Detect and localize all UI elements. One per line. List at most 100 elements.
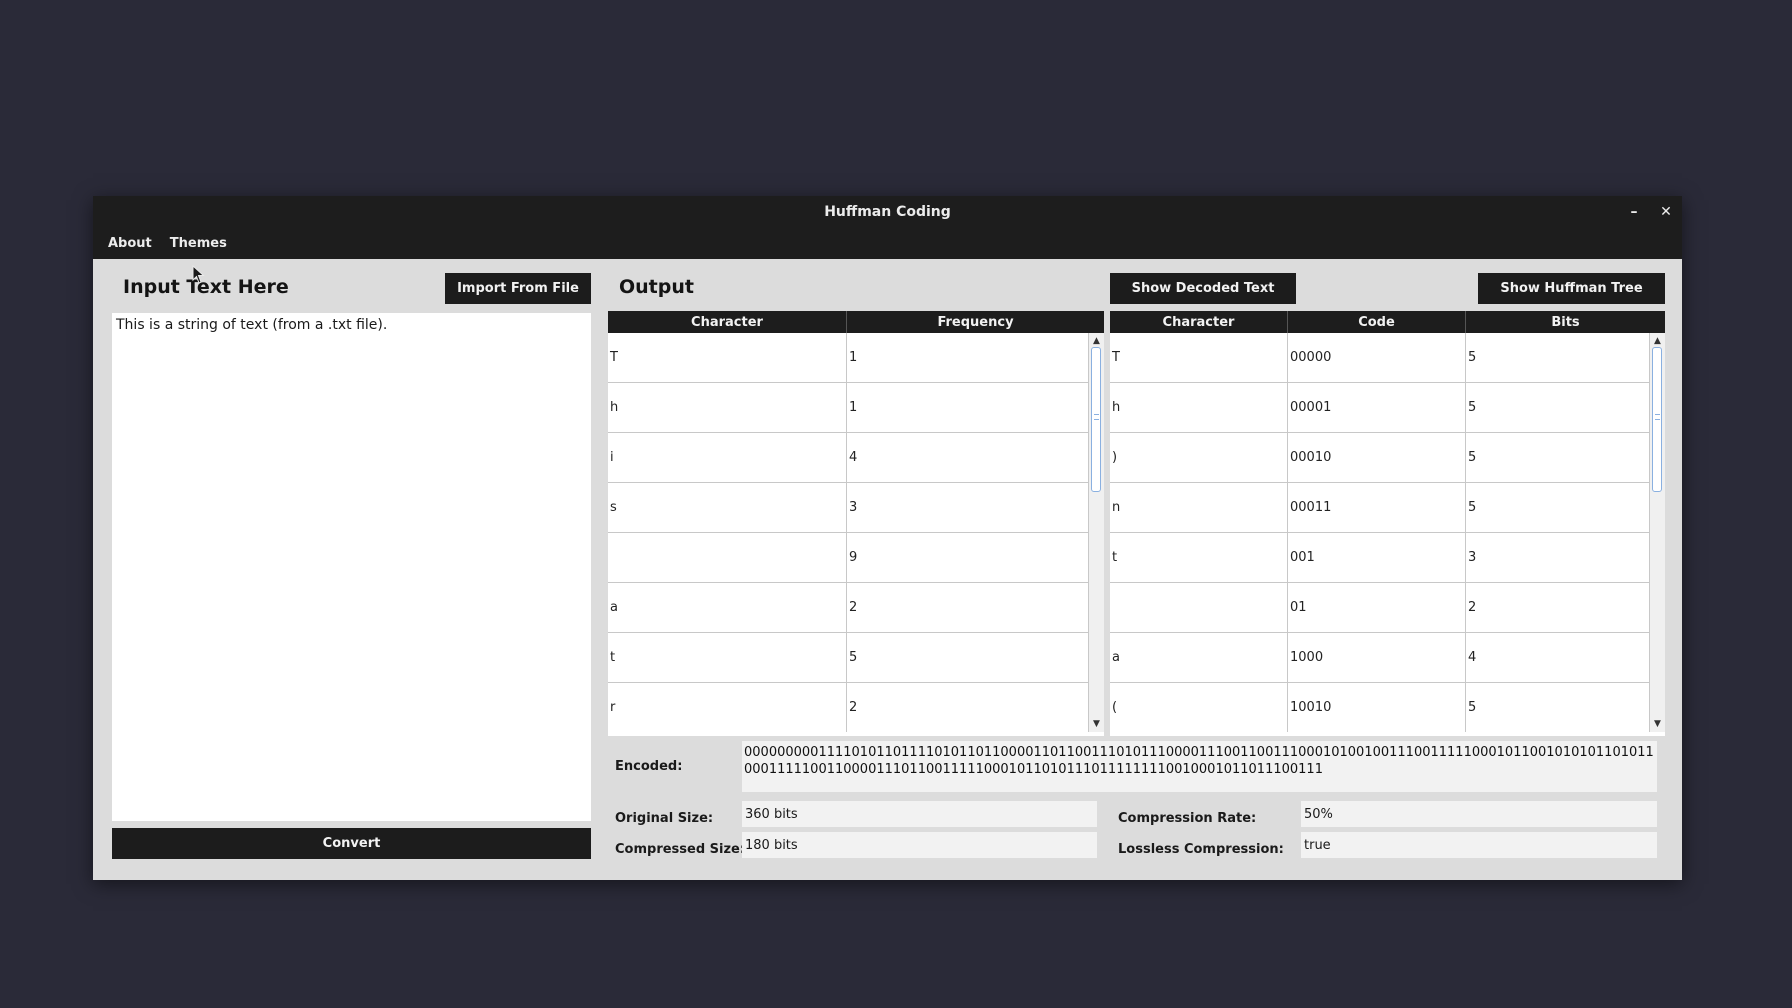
scroll-thumb[interactable] <box>1091 347 1101 492</box>
grip-icon <box>1094 414 1099 420</box>
frequency-table-header: Character Frequency <box>608 311 1104 333</box>
code-table-cell[interactable]: ( <box>1110 683 1288 732</box>
frequency-table-cell[interactable]: h <box>608 383 847 432</box>
compression-rate-field[interactable]: 50% <box>1301 801 1657 827</box>
compressed-size-field[interactable]: 180 bits <box>742 832 1097 858</box>
table-row[interactable]: r2 <box>608 683 1088 732</box>
column-header-character[interactable]: Character <box>608 311 847 333</box>
table-row[interactable]: s3 <box>608 483 1088 533</box>
convert-button[interactable]: Convert <box>112 828 591 859</box>
table-row[interactable]: 01 2 <box>1110 583 1649 633</box>
frequency-table-cell[interactable]: 1 <box>847 383 1088 432</box>
table-row[interactable]: a 1000 4 <box>1110 633 1649 683</box>
table-row[interactable]: n 00011 5 <box>1110 483 1649 533</box>
frequency-table-cell[interactable]: t <box>608 633 847 682</box>
original-size-field[interactable]: 360 bits <box>742 801 1097 827</box>
code-table-cell[interactable]: 5 <box>1466 383 1649 432</box>
table-row[interactable]: (10010 5 <box>1110 683 1649 732</box>
frequency-table: Character Frequency T1h1i4s39a2t5r2 ▲ ▼ <box>608 311 1104 736</box>
app-window: Huffman Coding – ✕ About Themes Input Te… <box>93 196 1682 880</box>
lossless-compression-label: Lossless Compression: <box>1118 842 1284 857</box>
encoded-label: Encoded: <box>615 759 683 774</box>
close-button[interactable]: ✕ <box>1652 196 1680 227</box>
code-table-cell[interactable]: 2 <box>1466 583 1649 632</box>
code-table-cell[interactable]: 5 <box>1466 483 1649 532</box>
code-table-cell[interactable]: 5 <box>1466 333 1649 382</box>
frequency-table-cell[interactable]: 2 <box>847 683 1088 732</box>
encoded-output-field[interactable]: 0000000001111010110111101011011000011011… <box>742 741 1657 792</box>
frequency-table-cell[interactable] <box>608 533 847 582</box>
code-table-cell[interactable]: 4 <box>1466 633 1649 682</box>
frequency-table-cell[interactable]: s <box>608 483 847 532</box>
frequency-table-scrollbar[interactable]: ▲ ▼ <box>1088 333 1104 732</box>
code-table-cell[interactable]: 01 <box>1288 583 1466 632</box>
compression-rate-label: Compression Rate: <box>1118 811 1257 826</box>
title-bar[interactable]: Huffman Coding – ✕ <box>93 196 1682 227</box>
frequency-table-cell[interactable]: 4 <box>847 433 1088 482</box>
table-row[interactable]: h 00001 5 <box>1110 383 1649 433</box>
code-table-cell[interactable]: 00011 <box>1288 483 1466 532</box>
main-content: Input Text Here Import From File This is… <box>93 259 1682 880</box>
frequency-table-body: T1h1i4s39a2t5r2 <box>608 333 1088 732</box>
menu-about[interactable]: About <box>93 236 163 251</box>
show-huffman-tree-button[interactable]: Show Huffman Tree <box>1478 273 1665 304</box>
table-row[interactable]: i4 <box>608 433 1088 483</box>
grip-icon <box>1655 414 1660 420</box>
minimize-button[interactable]: – <box>1620 196 1648 227</box>
code-table-cell[interactable]: 00000 <box>1288 333 1466 382</box>
frequency-table-cell[interactable]: 9 <box>847 533 1088 582</box>
code-table-cell[interactable]: T <box>1110 333 1288 382</box>
column-header-bits[interactable]: Bits <box>1466 311 1665 333</box>
code-table-cell[interactable]: 5 <box>1466 433 1649 482</box>
input-text-area[interactable]: This is a string of text (from a .txt fi… <box>112 313 591 821</box>
code-table-body: T 00000 5 h 00001 5) 00010 5 n 00011 5 t 001 3 01 2 a 100… <box>1110 333 1649 732</box>
frequency-table-cell[interactable]: T <box>608 333 847 382</box>
code-table-cell[interactable] <box>1110 583 1288 632</box>
scroll-up-arrow-icon[interactable]: ▲ <box>1650 335 1665 347</box>
frequency-table-cell[interactable]: 1 <box>847 333 1088 382</box>
frequency-table-cell[interactable]: 3 <box>847 483 1088 532</box>
frequency-table-cell[interactable]: i <box>608 433 847 482</box>
table-row[interactable]: t5 <box>608 633 1088 683</box>
code-table: Character Code Bits T 00000 5 h 00001 5) 00010… <box>1110 311 1665 736</box>
column-header-frequency[interactable]: Frequency <box>847 311 1104 333</box>
scroll-down-arrow-icon[interactable]: ▼ <box>1650 718 1665 730</box>
code-table-cell[interactable]: 001 <box>1288 533 1466 582</box>
table-row[interactable]: h1 <box>608 383 1088 433</box>
column-header-code[interactable]: Code <box>1288 311 1466 333</box>
frequency-table-cell[interactable]: a <box>608 583 847 632</box>
table-row[interactable]: 9 <box>608 533 1088 583</box>
scroll-thumb[interactable] <box>1652 347 1662 492</box>
code-table-cell[interactable]: a <box>1110 633 1288 682</box>
table-row[interactable]: ) 00010 5 <box>1110 433 1649 483</box>
code-table-cell[interactable]: 00010 <box>1288 433 1466 482</box>
table-row[interactable]: t 001 3 <box>1110 533 1649 583</box>
column-header-character[interactable]: Character <box>1110 311 1288 333</box>
table-row[interactable]: a2 <box>608 583 1088 633</box>
show-decoded-text-button[interactable]: Show Decoded Text <box>1110 273 1296 304</box>
output-heading: Output <box>619 276 694 298</box>
frequency-table-cell[interactable]: 5 <box>847 633 1088 682</box>
code-table-cell[interactable]: 5 <box>1466 683 1649 732</box>
window-title: Huffman Coding <box>824 203 951 220</box>
code-table-cell[interactable]: 00001 <box>1288 383 1466 432</box>
frequency-table-cell[interactable]: r <box>608 683 847 732</box>
menu-themes[interactable]: Themes <box>163 236 238 251</box>
scroll-up-arrow-icon[interactable]: ▲ <box>1089 335 1104 347</box>
table-row[interactable]: T1 <box>608 333 1088 383</box>
import-from-file-button[interactable]: Import From File <box>445 273 591 304</box>
code-table-cell[interactable]: n <box>1110 483 1288 532</box>
code-table-scrollbar[interactable]: ▲ ▼ <box>1649 333 1665 732</box>
code-table-cell[interactable]: 1000 <box>1288 633 1466 682</box>
code-table-cell[interactable]: 3 <box>1466 533 1649 582</box>
menu-bar: About Themes <box>93 227 1682 259</box>
table-row[interactable]: T 00000 5 <box>1110 333 1649 383</box>
code-table-cell[interactable]: t <box>1110 533 1288 582</box>
lossless-compression-field[interactable]: true <box>1301 832 1657 858</box>
code-table-cell[interactable]: 10010 <box>1288 683 1466 732</box>
original-size-label: Original Size: <box>615 811 714 826</box>
code-table-cell[interactable]: ) <box>1110 433 1288 482</box>
scroll-down-arrow-icon[interactable]: ▼ <box>1089 718 1104 730</box>
frequency-table-cell[interactable]: 2 <box>847 583 1088 632</box>
code-table-cell[interactable]: h <box>1110 383 1288 432</box>
